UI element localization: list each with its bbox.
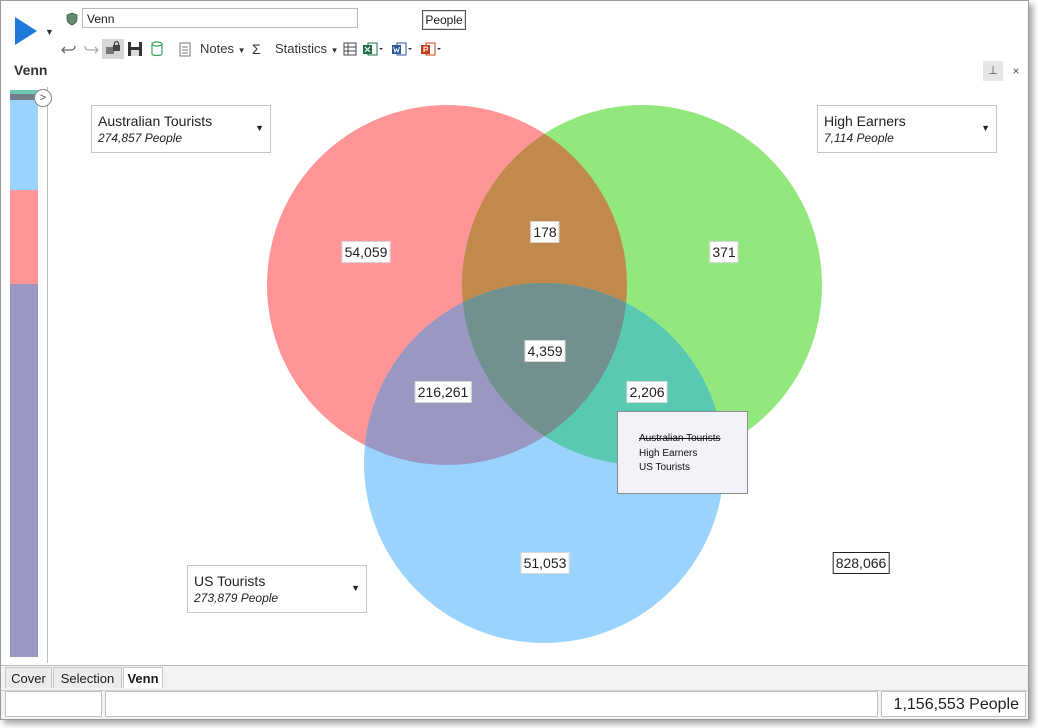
count-outside[interactable]: 828,066 xyxy=(832,552,890,574)
chevron-down-icon[interactable]: ▼ xyxy=(351,583,360,593)
tab-cover[interactable]: Cover xyxy=(5,667,52,688)
status-total: 1,156,553 People xyxy=(881,691,1026,717)
count-all-three[interactable]: 4,359 xyxy=(524,340,566,362)
chevron-down-icon[interactable]: ▼ xyxy=(981,123,990,133)
set-selector-us-tourists[interactable]: US Tourists 273,879 People ▼ xyxy=(187,565,367,613)
status-cell xyxy=(105,691,878,717)
region-tooltip: Australian Tourists High Earners US Tour… xyxy=(617,411,748,494)
count-us-only[interactable]: 51,053 xyxy=(520,552,570,574)
set-count: 274,857 People xyxy=(98,131,183,145)
tooltip-line: Australian Tourists xyxy=(639,433,721,444)
count-aus-high[interactable]: 178 xyxy=(530,221,560,243)
set-name: High Earners xyxy=(824,113,906,129)
count-aus-only[interactable]: 54,059 xyxy=(341,241,391,263)
status-cell xyxy=(5,691,102,717)
tooltip-line: US Tourists xyxy=(639,462,690,473)
set-selector-australian-tourists[interactable]: Australian Tourists 274,857 People ▼ xyxy=(91,105,271,153)
set-count: 273,879 People xyxy=(194,591,279,605)
tab-selection[interactable]: Selection xyxy=(53,667,122,688)
count-high-only[interactable]: 371 xyxy=(709,241,739,263)
set-count: 7,114 People xyxy=(824,131,894,145)
tooltip-line: High Earners xyxy=(639,447,698,459)
chevron-down-icon[interactable]: ▼ xyxy=(255,123,264,133)
count-aus-us[interactable]: 216,261 xyxy=(414,381,472,403)
set-name: US Tourists xyxy=(194,573,266,589)
tab-venn[interactable]: Venn xyxy=(123,667,163,688)
set-name: Australian Tourists xyxy=(98,113,213,129)
count-high-us[interactable]: 2,206 xyxy=(626,381,668,403)
set-selector-high-earners[interactable]: High Earners 7,114 People ▼ xyxy=(817,105,997,153)
venn-window: ▼ Venn People Notes ▼ Σ Statistics ▼ Ven… xyxy=(0,0,1029,720)
